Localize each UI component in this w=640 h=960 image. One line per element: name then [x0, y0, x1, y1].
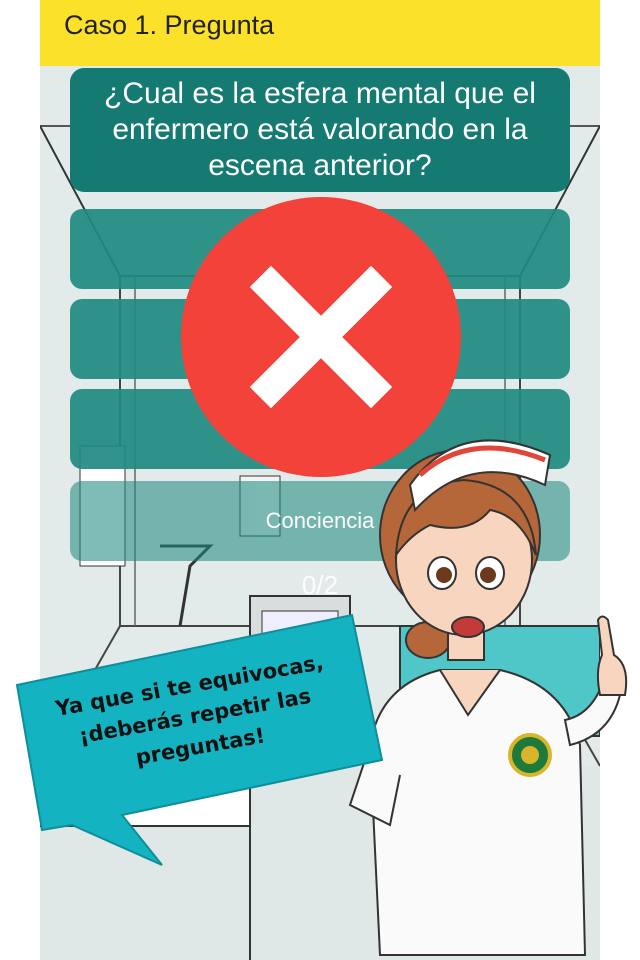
page-title: Caso 1. Pregunta: [64, 10, 275, 40]
question-card: ¿Cual es la esfera mental que el enferme…: [70, 68, 570, 192]
header-bar: Caso 1. Pregunta: [40, 0, 600, 66]
